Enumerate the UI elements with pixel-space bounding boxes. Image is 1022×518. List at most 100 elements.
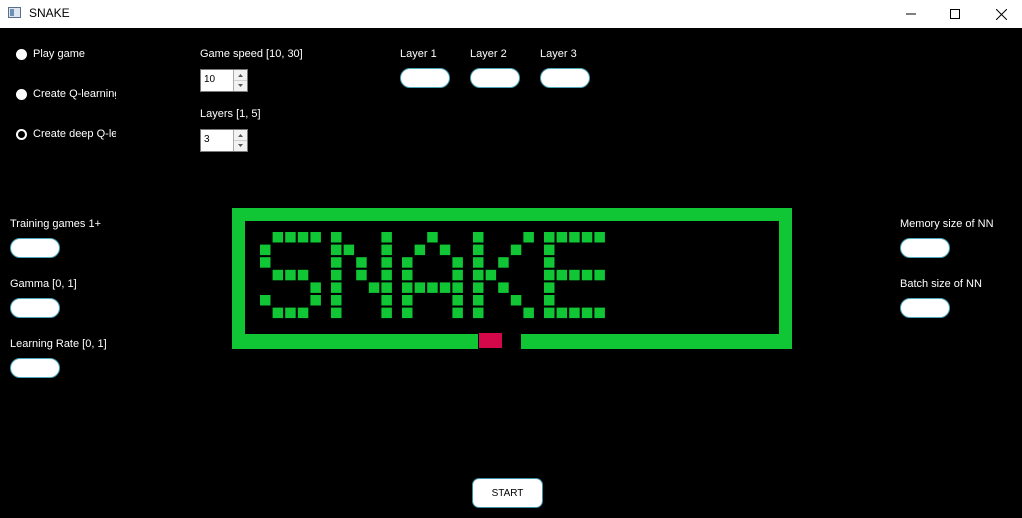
- logo-cell-k: [473, 244, 484, 256]
- layer3-input[interactable]: [540, 68, 590, 88]
- radio-create-q-learning[interactable]: Create Q-learning: [16, 86, 116, 102]
- layer1-label: Layer 1: [400, 48, 437, 60]
- logo-cell-k: [523, 307, 534, 319]
- logo-cell-n: [331, 244, 342, 256]
- logo-cell-a: [414, 282, 426, 293]
- logo-cell-e: [569, 269, 580, 281]
- logo-cell-e: [544, 257, 555, 268]
- logo-cell-n: [381, 295, 392, 306]
- radio-indicator[interactable]: [16, 88, 27, 100]
- logo-cell-a: [427, 232, 438, 243]
- logo-cell-n: [381, 269, 392, 281]
- logo-cell-a: [452, 307, 463, 319]
- logo-cell-e: [594, 307, 605, 319]
- logo-cell-n: [381, 307, 392, 319]
- logo-cell-k: [473, 295, 484, 306]
- logo-cell-s: [260, 295, 271, 306]
- batch-size-label: Batch size of NN: [900, 278, 982, 290]
- logo-cell-s: [272, 232, 284, 243]
- logo-border-bottom-left: [232, 334, 478, 349]
- layers-value[interactable]: 3: [204, 134, 210, 145]
- chevron-down-icon: [238, 83, 243, 87]
- logo-cell-k: [473, 232, 484, 243]
- logo-cell-e: [544, 244, 555, 256]
- logo-border-top: [232, 208, 792, 221]
- logo-cell-k: [485, 269, 497, 281]
- logo-cell-s: [285, 269, 296, 281]
- logo-cell-s: [272, 269, 284, 281]
- radio-indicator[interactable]: [16, 48, 27, 60]
- logo-cell-a: [452, 269, 463, 281]
- logo-cell-a: [402, 269, 413, 281]
- food-block: [479, 333, 502, 348]
- logo-cell-s: [310, 282, 321, 293]
- logo-cell-e: [544, 282, 555, 293]
- logo-cell-a: [402, 257, 413, 268]
- logo-cell-n: [381, 282, 392, 293]
- logo-cell-n: [331, 232, 342, 243]
- radio-indicator[interactable]: [16, 128, 27, 140]
- logo-cell-a: [402, 307, 413, 319]
- title-bar: SNAKE: [0, 0, 1022, 28]
- radio-play-game[interactable]: Play game: [16, 46, 116, 62]
- learning-rate-input[interactable]: [10, 358, 60, 378]
- spin-down-button[interactable]: [234, 80, 247, 90]
- memory-size-label: Memory size of NN: [900, 218, 994, 230]
- radio-create-deep-q-learning[interactable]: Create deep Q-le: [16, 126, 116, 142]
- logo-cell-a: [452, 257, 463, 268]
- logo-cell-k: [473, 269, 484, 281]
- chevron-up-icon: [238, 73, 243, 77]
- gamma-input[interactable]: [10, 298, 60, 318]
- start-button[interactable]: START: [472, 478, 543, 508]
- layer1-input[interactable]: [400, 68, 450, 88]
- logo-cell-n: [381, 244, 392, 256]
- logo-cell-s: [260, 257, 271, 268]
- logo-cell-n: [343, 244, 355, 256]
- logo-cell-a: [402, 295, 413, 306]
- logo-cell-a: [427, 282, 438, 293]
- logo-cell-e: [594, 269, 605, 281]
- logo-cell-a: [452, 295, 463, 306]
- memory-size-input[interactable]: [900, 238, 950, 258]
- close-button[interactable]: [978, 0, 1022, 28]
- maximize-button[interactable]: [932, 0, 978, 28]
- layers-spinbox[interactable]: 3: [200, 129, 248, 152]
- logo-border-bottom-right: [521, 334, 792, 349]
- logo-cell-n: [331, 295, 342, 306]
- chevron-down-icon: [238, 143, 243, 147]
- game-speed-spinbox[interactable]: 10: [200, 69, 248, 92]
- game-speed-label: Game speed [10, 30]: [200, 48, 303, 60]
- logo-cell-e: [581, 232, 593, 243]
- logo-cell-n: [331, 257, 342, 268]
- logo-cell-e: [544, 232, 555, 243]
- batch-size-input[interactable]: [900, 298, 950, 318]
- logo-cell-a: [414, 244, 426, 256]
- game-speed-value[interactable]: 10: [204, 74, 215, 85]
- logo-cell-e: [556, 307, 568, 319]
- snake-logo: [232, 208, 792, 349]
- maximize-icon: [950, 9, 960, 19]
- logo-cell-e: [544, 269, 555, 281]
- logo-cell-e: [569, 232, 580, 243]
- spin-down-button[interactable]: [234, 140, 247, 150]
- logo-cell-n: [381, 232, 392, 243]
- logo-cell-n: [368, 282, 380, 293]
- logo-cell-e: [594, 232, 605, 243]
- logo-cell-e: [556, 269, 568, 281]
- radio-label: Create deep Q-le: [33, 128, 116, 140]
- minimize-button[interactable]: [888, 0, 934, 28]
- training-games-input[interactable]: [10, 238, 60, 258]
- logo-cell-n: [356, 269, 367, 281]
- logo-cell-e: [581, 307, 593, 319]
- chevron-up-icon: [238, 133, 243, 137]
- logo-cell-s: [297, 269, 309, 281]
- logo-cell-e: [569, 307, 580, 319]
- spin-buttons: [233, 70, 247, 91]
- logo-border-left: [232, 208, 245, 349]
- layer2-input[interactable]: [470, 68, 520, 88]
- logo-cell-k: [498, 282, 509, 293]
- logo-cell-a: [439, 282, 451, 293]
- layer2-label: Layer 2: [470, 48, 507, 60]
- logo-cell-n: [331, 282, 342, 293]
- logo-cell-s: [297, 307, 309, 319]
